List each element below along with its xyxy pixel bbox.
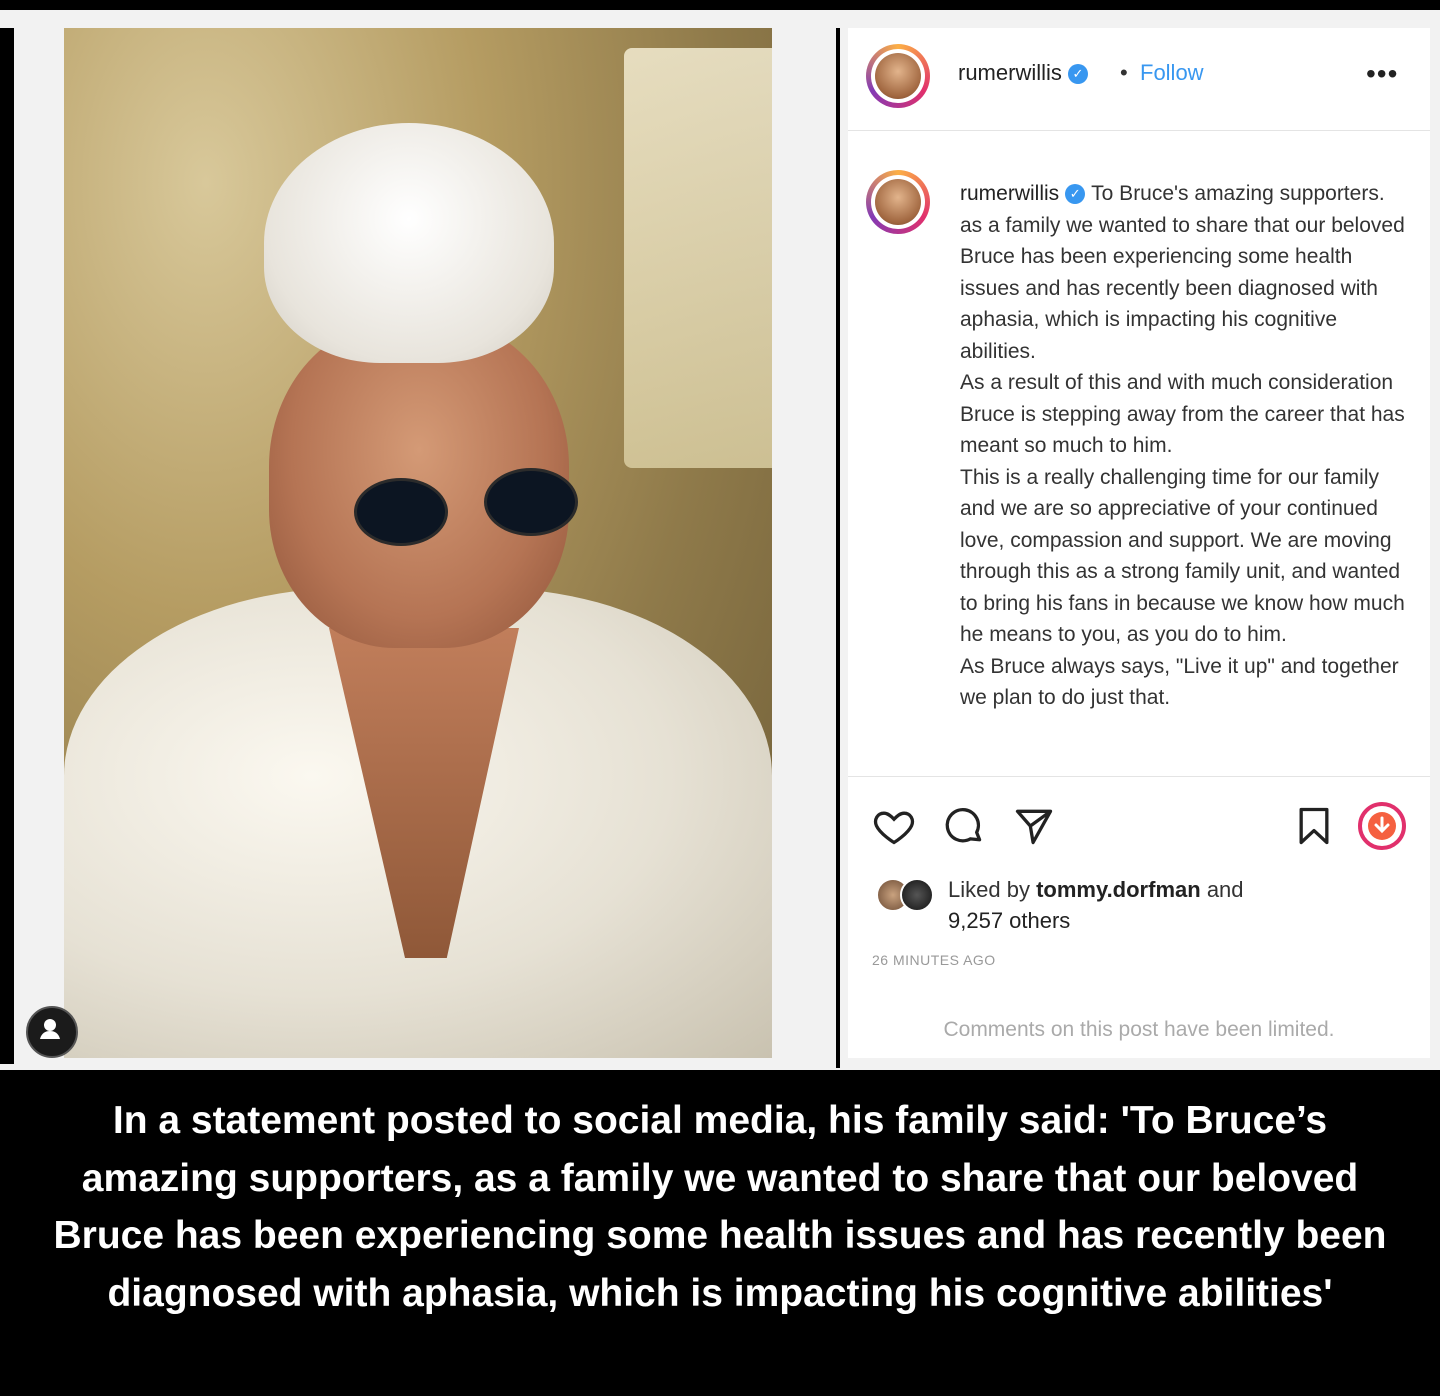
comments-limited-notice: Comments on this post have been limited. (943, 1018, 1335, 1041)
likes-and: and (1206, 877, 1244, 902)
likes-summary: Liked by tommy.dorfman and 9,257 others (948, 874, 1348, 936)
head-towel (264, 123, 554, 363)
avatar (900, 878, 934, 912)
frame-edge (0, 28, 14, 1064)
post-side-panel: rumerwillis ✓ • Follow ••• rumerwillis ✓ To… (848, 28, 1430, 1058)
caption-avatar[interactable] (866, 170, 930, 234)
username-text[interactable]: rumerwillis (958, 60, 1062, 85)
likes-prefix: Liked by (948, 877, 1030, 902)
divider (836, 28, 840, 1068)
more-options-button[interactable]: ••• (1366, 58, 1398, 90)
background-wall (624, 48, 772, 468)
verified-icon: ✓ (1065, 184, 1086, 205)
share-icon[interactable] (1012, 804, 1056, 848)
header-avatar[interactable] (866, 44, 930, 108)
separator-dot: • (1120, 60, 1128, 85)
actions-divider (848, 776, 1430, 777)
caption-username[interactable]: rumerwillis (960, 182, 1059, 205)
article-caption: In a statement posted to social media, h… (53, 1099, 1387, 1315)
likes-count[interactable]: 9,257 others (948, 908, 1070, 933)
comment-icon[interactable] (942, 804, 986, 848)
download-icon[interactable] (1356, 800, 1408, 852)
header-username[interactable]: rumerwillis ✓ (958, 60, 1088, 86)
follow-button[interactable]: Follow (1140, 60, 1204, 86)
profile-icon[interactable] (26, 1006, 78, 1058)
liked-by-avatars (876, 878, 938, 912)
sunglasses-lens-left (354, 478, 448, 546)
post-caption: rumerwillis ✓ To Bruce's amazing supporter… (960, 178, 1412, 714)
verified-icon: ✓ (1067, 64, 1088, 85)
post-photo (64, 28, 772, 1058)
header-divider (848, 130, 1430, 131)
caption-text: To Bruce's amazing supporters. as a fami… (960, 182, 1405, 709)
heart-icon[interactable] (872, 804, 916, 848)
top-bar (0, 0, 1440, 10)
post-timestamp: 26 MINUTES AGO (872, 952, 996, 968)
bookmark-icon[interactable] (1292, 804, 1336, 848)
liked-by-username[interactable]: tommy.dorfman (1036, 877, 1201, 902)
sunglasses-lens-right (484, 468, 578, 536)
